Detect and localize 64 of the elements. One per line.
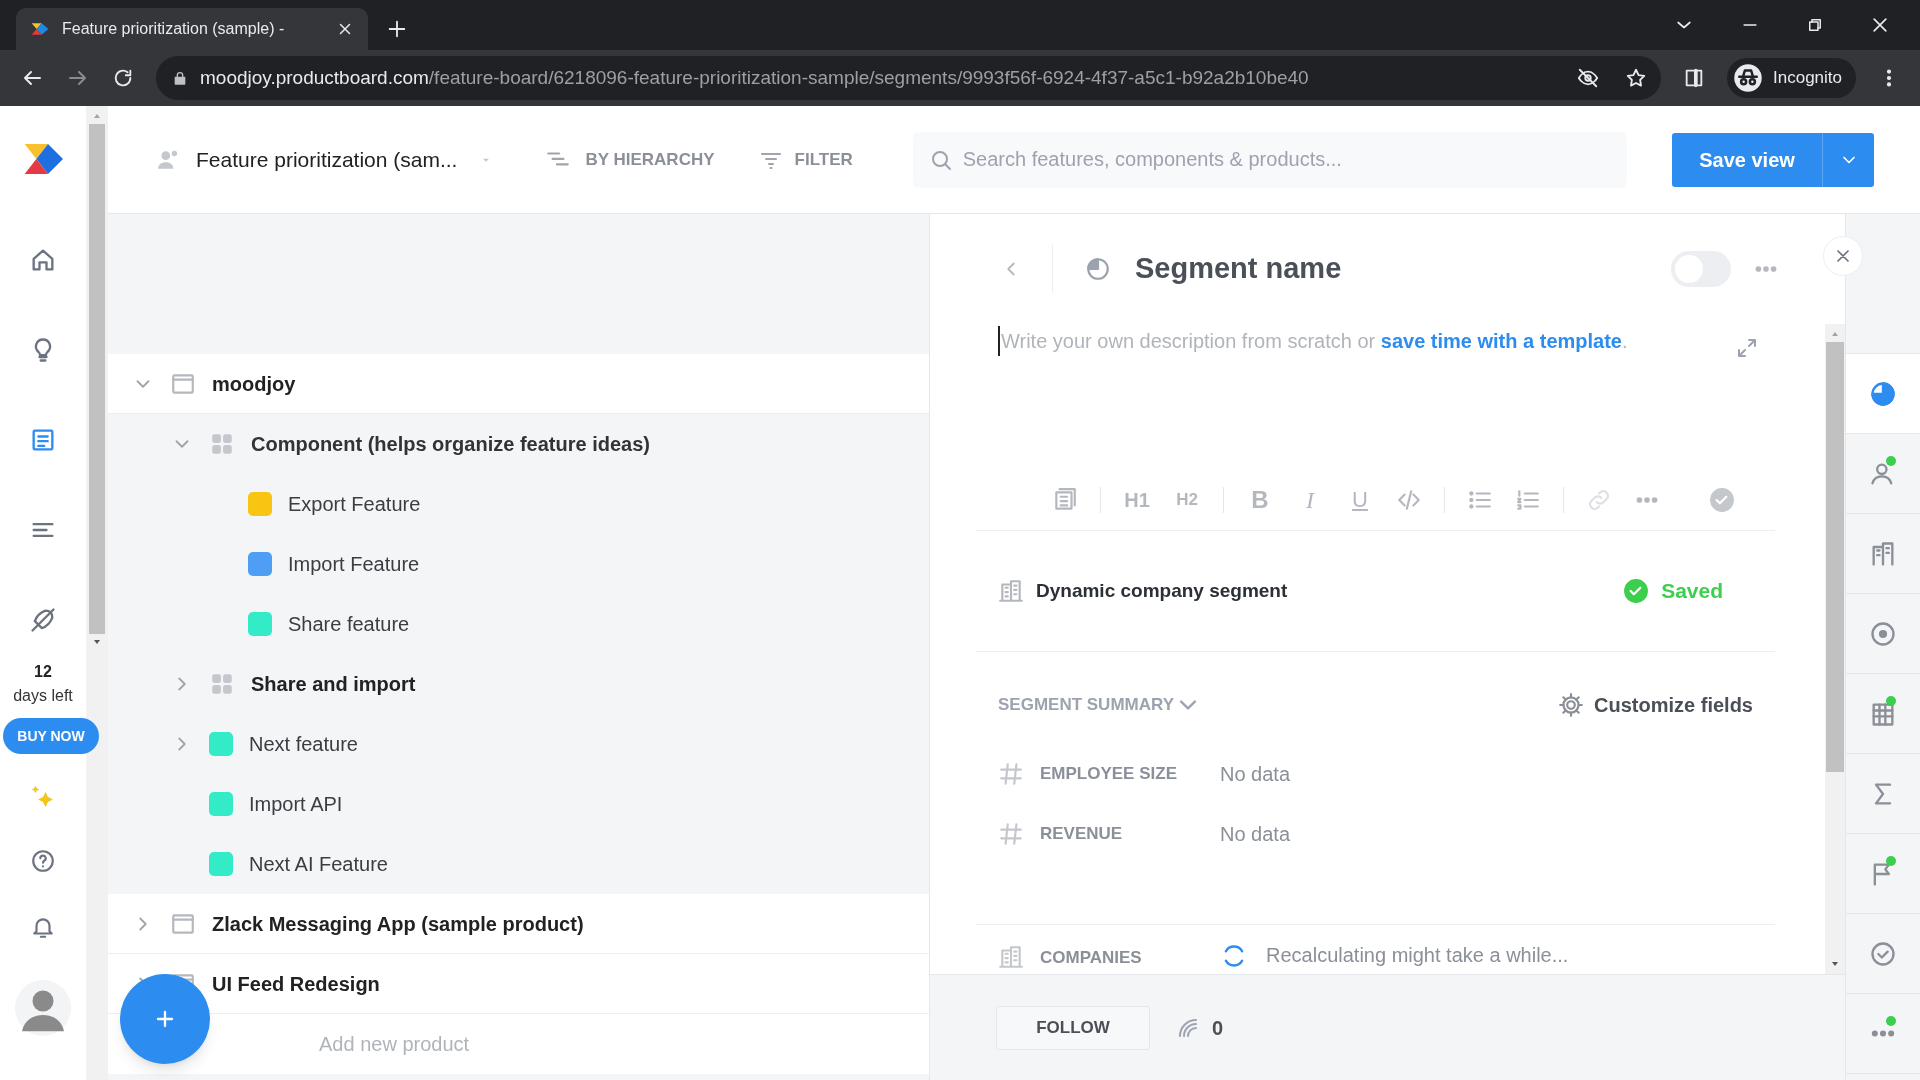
side-tab[interactable] bbox=[1846, 354, 1920, 434]
segment-title: Segment name bbox=[1135, 251, 1342, 287]
field-label: COMPANIES bbox=[1040, 946, 1143, 969]
help-icon[interactable] bbox=[30, 848, 56, 874]
restore-icon[interactable] bbox=[1806, 16, 1824, 34]
expand-icon[interactable] bbox=[1735, 336, 1759, 360]
hash-icon bbox=[998, 761, 1024, 787]
customize-fields-button[interactable]: Customize fields bbox=[1558, 690, 1753, 720]
reload-icon[interactable] bbox=[112, 67, 134, 89]
close-icon[interactable] bbox=[1870, 15, 1890, 35]
check-circle-icon bbox=[1623, 578, 1650, 604]
avatar-icon[interactable] bbox=[15, 980, 71, 1036]
tree-item[interactable]: Import Feature bbox=[288, 549, 420, 579]
field-value: No data bbox=[1220, 762, 1291, 787]
grid-icon bbox=[209, 671, 235, 697]
profile-chip[interactable]: Incognito bbox=[1727, 58, 1856, 98]
template-icon[interactable] bbox=[1052, 486, 1078, 513]
scrollbar-thumb[interactable] bbox=[1826, 342, 1844, 772]
follower-count: 0 bbox=[1212, 1015, 1224, 1041]
scrollbar-thumb[interactable] bbox=[89, 124, 105, 634]
check-circle-icon bbox=[1869, 939, 1897, 968]
close-button[interactable] bbox=[1823, 236, 1863, 276]
check-circle-icon[interactable] bbox=[1709, 486, 1735, 513]
building-icon bbox=[998, 578, 1024, 604]
trial-label: days left bbox=[13, 686, 73, 706]
browser-tab[interactable]: Feature prioritization (sample) - bbox=[16, 8, 368, 50]
field-label: EMPLOYEE SIZE bbox=[1040, 763, 1178, 786]
chevron-down-icon bbox=[1180, 700, 1196, 710]
building-icon bbox=[998, 944, 1024, 970]
follow-button[interactable]: FOLLOW bbox=[996, 1005, 1150, 1050]
board-selector[interactable]: Feature prioritization (sam... bbox=[196, 143, 494, 176]
tree-item[interactable]: Next feature bbox=[249, 729, 358, 759]
gear-icon bbox=[1558, 692, 1585, 718]
tree-item[interactable]: Export Feature bbox=[288, 489, 421, 519]
segment-icon bbox=[1869, 379, 1897, 408]
trial-days: 12 bbox=[34, 660, 52, 684]
side-panel-icon[interactable] bbox=[1683, 67, 1705, 89]
tree-item[interactable]: Next AI Feature bbox=[249, 849, 388, 879]
more-icon bbox=[1869, 1030, 1897, 1037]
saved-status: Saved bbox=[1661, 578, 1723, 605]
search-field[interactable]: Search features, components & products... bbox=[912, 131, 1627, 188]
tree-item[interactable]: Share and import bbox=[251, 669, 416, 699]
tree-item[interactable]: Import API bbox=[249, 789, 343, 819]
tree-item[interactable]: UI Feed Redesign bbox=[212, 968, 380, 999]
tab-title: Feature prioritization (sample) - bbox=[62, 19, 286, 39]
lock-icon bbox=[172, 70, 188, 86]
field-label: REVENUE bbox=[1040, 823, 1124, 846]
address-bar[interactable]: moodjoy.productboard.com/feature-board/6218096-feature-prioritization-sample/segments/9993f56f-6924-4f37-a5c1-b92a2b10be40 bbox=[156, 56, 1661, 100]
field-value: Recalculating might take a while... bbox=[1266, 943, 1569, 968]
target-icon bbox=[1869, 619, 1897, 648]
field-value: No data bbox=[1220, 822, 1291, 847]
tree-item[interactable]: Share feature bbox=[288, 609, 410, 639]
star-icon[interactable] bbox=[1625, 67, 1647, 89]
rocket-icon[interactable] bbox=[29, 606, 57, 634]
eye-off-icon[interactable] bbox=[1577, 67, 1599, 89]
tree-item[interactable]: moodjoy bbox=[212, 368, 296, 399]
incognito-icon bbox=[1733, 63, 1763, 93]
hash-icon bbox=[998, 821, 1024, 847]
url-text[interactable]: moodjoy.productboard.com/feature-board/6218096-feature-prioritization-sample/segments/9993f56f-6924-4f37-a5c1-b92a2b10be40 bbox=[200, 63, 1565, 93]
grid-icon bbox=[209, 431, 235, 457]
tree-item[interactable]: Component (helps organize feature ideas) bbox=[251, 429, 650, 459]
new-tab-icon[interactable] bbox=[386, 18, 408, 40]
segment-icon bbox=[1085, 256, 1111, 282]
segment-type: Dynamic company segment bbox=[1036, 578, 1288, 603]
